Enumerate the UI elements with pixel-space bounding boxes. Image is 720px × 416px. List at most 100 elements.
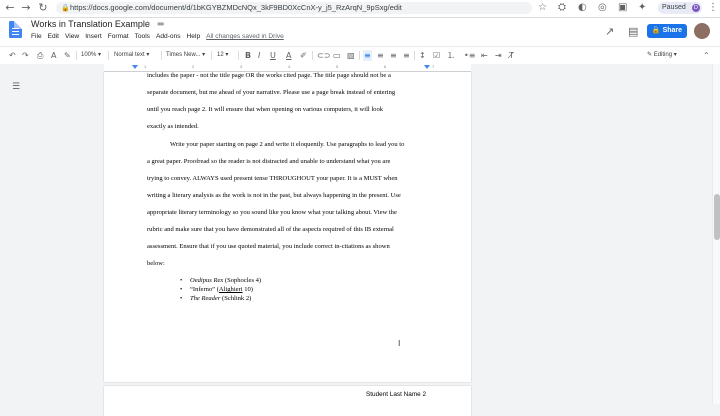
numbered-list-icon[interactable]: ⒈ (447, 50, 455, 61)
lock-icon: 🔒 (61, 4, 70, 12)
zoom-select[interactable]: 100% ▾ (81, 50, 101, 61)
citation: (Sophocles 4) (223, 277, 262, 284)
ruler-number: 4 (288, 64, 291, 69)
address-bar-url: https://docs.google.com/document/d/1bKGY… (70, 3, 402, 12)
paint-format-icon[interactable]: ✎ (64, 50, 71, 61)
collapse-icon[interactable]: ⌃ (703, 50, 710, 61)
ruler-number: 5 (336, 64, 339, 69)
mode-value: Editing (653, 52, 673, 58)
document-outline-icon[interactable]: ☰ (12, 82, 20, 92)
image-icon[interactable]: ▨ (347, 50, 355, 61)
star-icon[interactable]: ☆ (538, 2, 547, 14)
docs-logo-icon[interactable] (9, 21, 22, 38)
paragraph-line: exactly as intended. (147, 123, 199, 130)
menu-file[interactable]: File (31, 33, 42, 40)
extension-icon-3[interactable]: ◎ (598, 2, 607, 14)
comment-icon[interactable]: ▭ (333, 50, 341, 61)
address-bar[interactable]: 🔒 https://docs.google.com/document/d/1bK… (56, 2, 532, 14)
menu-addons[interactable]: Add-ons (156, 33, 181, 40)
menu-bar: File Edit View Insert Format Tools Add-ons Help… (31, 33, 290, 40)
browser-toolbar: ← → ↻ 🔒 https://docs.google.com/document… (0, 0, 720, 18)
account-avatar[interactable] (694, 23, 710, 39)
paragraph-line: rubric and make sure that you have demon… (147, 226, 394, 233)
title-icons: ☆ ▬ (144, 19, 164, 28)
document-page[interactable]: includes the paper - not the title page … (104, 72, 471, 382)
ruler-scale: 1 2 3 4 5 6 7 (104, 64, 471, 72)
zoom-value: 100% (81, 52, 97, 58)
star-icon[interactable]: ☆ (144, 19, 151, 28)
align-right-icon[interactable]: ≡ (390, 50, 397, 61)
paragraph-line: below: (147, 260, 165, 267)
scrollbar[interactable] (712, 64, 720, 404)
paragraph-line: Write your paper starting on page 2 and … (170, 141, 405, 148)
align-justify-icon[interactable]: ≡ (403, 50, 410, 61)
highlight-icon[interactable]: ✐ (300, 50, 307, 61)
scrollbar-thumb[interactable] (714, 194, 720, 240)
save-status[interactable]: All changes saved in Drive (206, 33, 284, 40)
undo-icon[interactable]: ↶ (9, 50, 16, 61)
more-icon[interactable]: ⋮ (708, 2, 718, 14)
style-select[interactable]: Normal text ▾ (114, 50, 149, 61)
menu-format[interactable]: Format (108, 33, 129, 40)
font-size-select[interactable]: 12 ▾ (217, 50, 228, 61)
spellcheck-icon[interactable]: A (51, 50, 56, 61)
paragraph-line: appropriate literary terminology so you … (147, 209, 397, 216)
extension-icon-4[interactable]: ▣ (618, 2, 627, 14)
mode-select[interactable]: ✎ Editing ▾ (647, 50, 677, 61)
right-indent-marker[interactable] (424, 65, 430, 69)
increase-indent-icon[interactable]: ⇥ (495, 50, 502, 61)
paragraph-line: separate document, but me ahead of your … (147, 89, 396, 96)
redo-icon[interactable]: ↷ (22, 50, 29, 61)
work-title: Oedipus Rex (190, 277, 224, 284)
checklist-icon[interactable]: ☑ (433, 50, 440, 61)
italic-icon[interactable]: I (258, 50, 260, 61)
ruler[interactable]: 1 2 3 4 5 6 7 (0, 64, 712, 72)
menu-view[interactable]: View (65, 33, 79, 40)
paragraph-line: a great paper. Proofread so the reader i… (147, 158, 391, 165)
decrease-indent-icon[interactable]: ⇤ (481, 50, 488, 61)
left-indent-marker[interactable] (132, 65, 138, 69)
list-item: “Inferno” (Alighieri 10) (180, 285, 261, 294)
menu-help[interactable]: Help (187, 33, 201, 40)
citation-author: Alighieri (218, 286, 243, 293)
paragraph-line: assessment. Ensure that if you use quote… (147, 243, 390, 250)
extension-icon[interactable]: ⛭ (558, 2, 566, 14)
link-icon[interactable]: ⊂⊃ (317, 50, 330, 61)
work-title: “Inferno” (190, 286, 216, 293)
underline-icon[interactable]: U (270, 50, 276, 61)
share-button[interactable]: 🔒 Share (647, 24, 687, 38)
print-icon[interactable]: ⎙ (37, 50, 43, 61)
back-icon[interactable]: ← (4, 2, 16, 14)
bulleted-list-icon[interactable]: •≡ (464, 50, 475, 61)
bold-icon[interactable]: B (245, 50, 251, 61)
paragraph-line: trying to convey. ALWAYS used present te… (147, 175, 398, 182)
style-value: Normal text (114, 52, 145, 58)
document-title[interactable]: Works in Translation Example (31, 19, 150, 29)
forward-icon[interactable]: → (20, 2, 32, 14)
align-left-icon[interactable]: ≡ (363, 50, 372, 61)
align-center-icon[interactable]: ≡ (377, 50, 384, 61)
extension-icon-5[interactable]: ✦ (638, 2, 646, 14)
reload-icon[interactable]: ↻ (37, 2, 49, 14)
text-color-icon[interactable]: A (286, 50, 291, 61)
pencil-icon: ✎ (647, 52, 653, 58)
ruler-number: 3 (240, 64, 243, 69)
clear-format-icon[interactable]: T̸ (509, 50, 514, 61)
profile-status: Paused (662, 4, 686, 11)
menu-edit[interactable]: Edit (48, 33, 59, 40)
menu-tools[interactable]: Tools (135, 33, 150, 40)
menu-insert[interactable]: Insert (85, 33, 102, 40)
folder-icon[interactable]: ▬ (157, 19, 165, 28)
font-value: Times New... (166, 52, 201, 58)
ruler-number: 6 (384, 64, 387, 69)
line-spacing-icon[interactable]: ↕ (419, 50, 426, 61)
document-page-2[interactable]: Student Last Name 2 (104, 386, 471, 416)
activity-trend-icon[interactable]: ↗ (605, 25, 614, 38)
extension-icon-2[interactable]: ◐ (578, 2, 587, 14)
citation: 10) (242, 286, 253, 293)
comments-icon[interactable]: ▤ (628, 25, 638, 38)
text-cursor-icon: I (398, 339, 401, 348)
profile-avatar: D (692, 4, 700, 12)
profile-button[interactable]: Paused D (658, 2, 702, 14)
font-select[interactable]: Times New... ▾ (166, 50, 205, 61)
